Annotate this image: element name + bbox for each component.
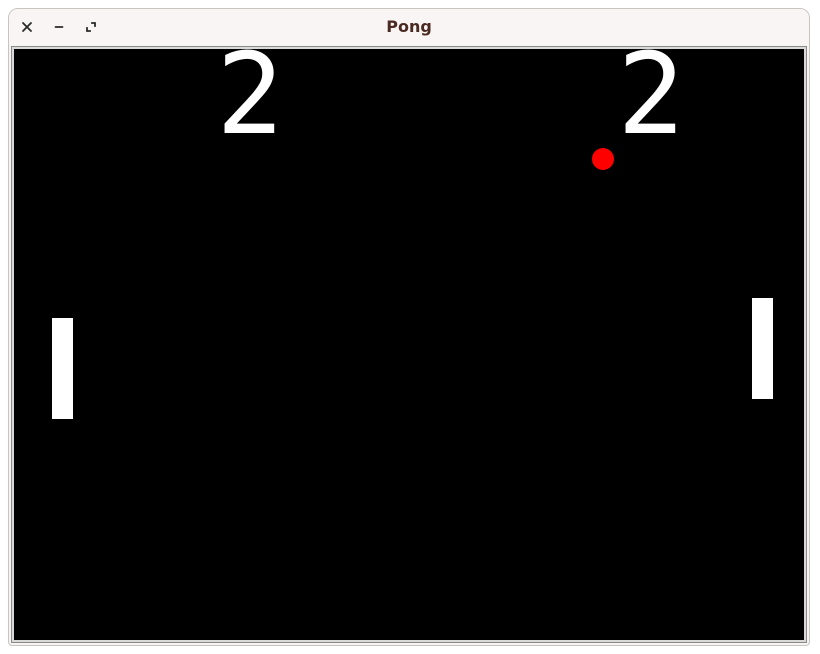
close-button[interactable] [18, 18, 36, 36]
right-paddle [752, 298, 773, 399]
close-icon [22, 22, 32, 32]
canvas-frame: 2 2 [11, 46, 807, 643]
right-player-score: 2 [617, 49, 685, 160]
game-canvas[interactable]: 2 2 [14, 49, 804, 640]
left-paddle [52, 318, 73, 419]
app-window: Pong 2 2 [8, 8, 810, 646]
maximize-button[interactable] [82, 18, 100, 36]
minimize-icon [54, 26, 64, 28]
titlebar[interactable]: Pong [9, 9, 809, 45]
window-title: Pong [386, 17, 432, 36]
ball [592, 148, 614, 170]
minimize-button[interactable] [50, 18, 68, 36]
left-player-score: 2 [216, 49, 284, 160]
maximize-icon [86, 22, 96, 32]
